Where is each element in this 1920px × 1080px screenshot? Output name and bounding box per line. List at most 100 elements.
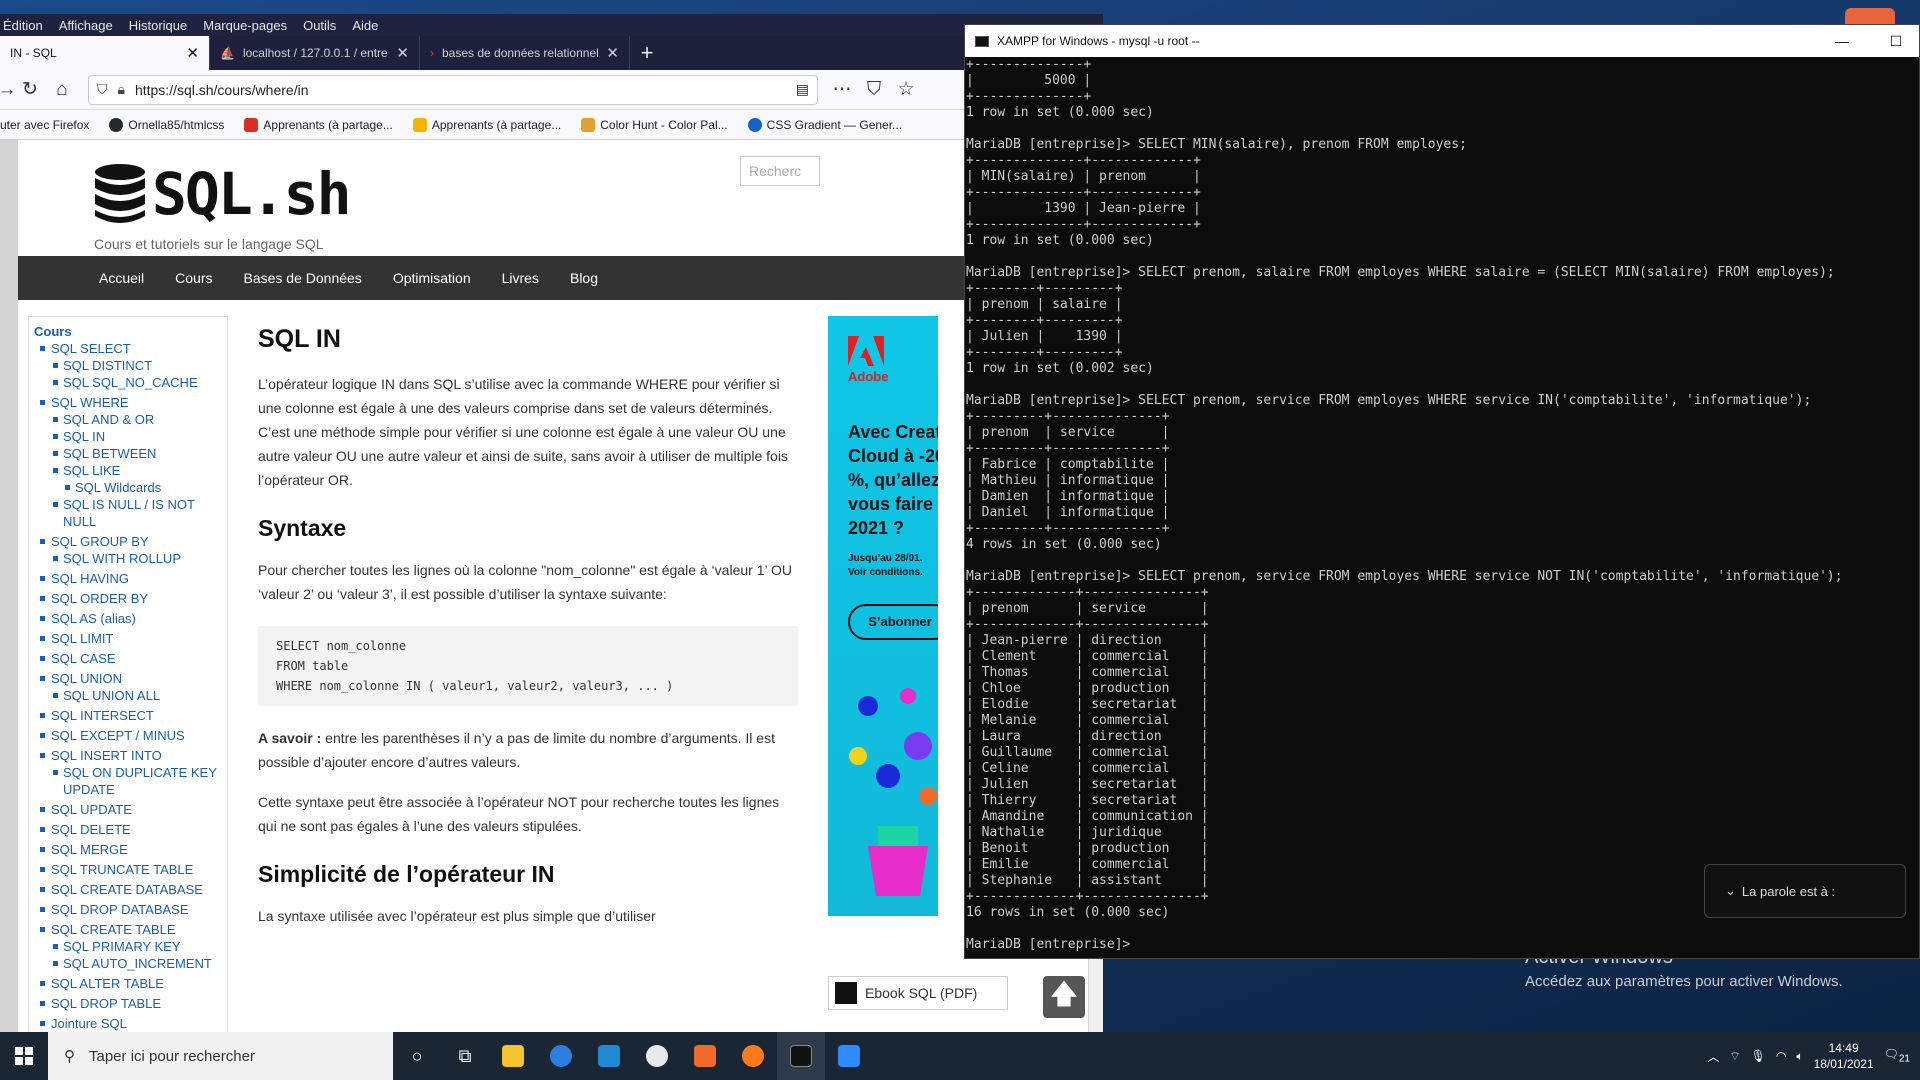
bookmark-item[interactable]: Apprenants (à partage... xyxy=(412,117,561,132)
reload-icon[interactable]: ↻ xyxy=(14,74,46,106)
close-tab-icon[interactable]: ✕ xyxy=(606,44,619,62)
url-bar[interactable]: ⛉ 🔒︎ https://sql.sh/cours/where/in ▤ xyxy=(88,74,818,105)
nav-cours[interactable]: Cours xyxy=(175,270,212,286)
network-icon[interactable]: ⌔ xyxy=(1729,1049,1740,1064)
sidebar-item[interactable]: SQL CREATE TABLE xyxy=(34,921,222,938)
sidebar-heading[interactable]: Cours xyxy=(34,323,222,340)
sidebar-item[interactable]: SQL DISTINCT xyxy=(34,357,222,374)
sidebar-item[interactable]: SQL ALTER TABLE xyxy=(34,975,222,992)
vscode-icon[interactable] xyxy=(585,1032,633,1080)
sidebar-item[interactable]: SQL IS NULL / IS NOT NULL xyxy=(34,496,222,530)
cortana-icon[interactable]: ○ xyxy=(393,1032,441,1080)
menu-affichage[interactable]: Affichage xyxy=(59,18,113,33)
sidebar-item[interactable]: SQL UPDATE xyxy=(34,801,222,818)
sidebar-item[interactable]: SQL UNION xyxy=(34,670,222,687)
sidebar-item[interactable]: SQL AND & OR xyxy=(34,411,222,428)
xampp-icon[interactable] xyxy=(681,1032,729,1080)
sidebar-item[interactable]: SQL EXCEPT / MINUS xyxy=(34,727,222,744)
menu-edition[interactable]: Édition xyxy=(3,18,43,33)
sidebar-item[interactable]: SQL WHERE xyxy=(34,394,222,411)
zoom-icon[interactable] xyxy=(825,1032,873,1080)
sidebar-item[interactable]: SQL ORDER BY xyxy=(34,590,222,607)
chevron-down-icon[interactable]: ⌄ xyxy=(1725,883,1736,899)
sidebar-item[interactable]: SQL INSERT INTO xyxy=(34,747,222,764)
site-logo[interactable]: SQL.sh xyxy=(94,160,352,228)
bookmark-item[interactable]: Color Hunt - Color Pal... xyxy=(581,117,728,132)
pocket-icon[interactable]: ⛉ xyxy=(858,74,890,106)
site-search-input[interactable]: Recherc xyxy=(740,156,820,186)
sidebar-item[interactable]: SQL Wildcards xyxy=(34,479,222,496)
sidebar-item[interactable]: SQL DROP DATABASE xyxy=(34,901,222,918)
tab-sql-in[interactable]: IN - SQL ✕ xyxy=(0,36,210,70)
maximize-icon[interactable]: ☐ xyxy=(1873,33,1919,50)
task-view-icon[interactable]: ⧉ xyxy=(441,1032,489,1080)
sidebar-item[interactable]: SQL SQL_NO_CACHE xyxy=(34,374,222,391)
bookmark-star-icon[interactable]: ☆ xyxy=(890,74,922,106)
minimize-icon[interactable]: — xyxy=(1819,33,1865,49)
firefox-dev-icon[interactable] xyxy=(537,1032,585,1080)
microphone-icon[interactable]: 🎙︎ xyxy=(1751,1049,1766,1063)
nav-accueil[interactable]: Accueil xyxy=(99,270,144,286)
lock-icon[interactable]: 🔒︎ xyxy=(118,81,125,98)
bookmark-item[interactable]: uter avec Firefox xyxy=(0,118,89,132)
close-tab-icon[interactable]: ✕ xyxy=(396,44,409,62)
tab-phpmyadmin[interactable]: ⛵ localhost / 127.0.0.1 / entreprise ✕ xyxy=(210,36,420,70)
bookmark-item[interactable]: Apprenants (à partage... xyxy=(244,117,393,132)
sidebar-item[interactable]: SQL AS (alias) xyxy=(34,610,222,627)
scroll-to-top-button[interactable]: 🡅 xyxy=(1043,976,1085,1018)
menu-outils[interactable]: Outils xyxy=(303,18,336,33)
sidebar-item[interactable]: SQL PRIMARY KEY xyxy=(34,938,222,955)
sidebar-item[interactable]: SQL GROUP BY xyxy=(34,533,222,550)
url-text[interactable]: https://sql.sh/cours/where/in xyxy=(135,82,786,98)
bookmark-item[interactable]: CSS Gradient — Gener... xyxy=(747,117,902,132)
sidebar-item[interactable]: SQL HAVING xyxy=(34,570,222,587)
firefox-icon[interactable] xyxy=(729,1032,777,1080)
bookmark-item[interactable]: Ornella85/htmlcss xyxy=(109,117,224,132)
sidebar-item[interactable]: SQL ON DUPLICATE KEY UPDATE xyxy=(34,764,222,798)
nav-bases-de-donnees[interactable]: Bases de Données xyxy=(244,270,362,286)
terminal-taskbar-icon[interactable] xyxy=(777,1032,825,1080)
sidebar-item[interactable]: SQL INTERSECT xyxy=(34,707,222,724)
nav-livres[interactable]: Livres xyxy=(502,270,539,286)
menu-marque-pages[interactable]: Marque-pages xyxy=(203,18,287,33)
sidebar-item[interactable]: SQL AUTO_INCREMENT xyxy=(34,955,222,972)
ebook-download-button[interactable]: Ebook SQL (PDF) xyxy=(828,976,1008,1010)
sidebar-item[interactable]: SQL CASE xyxy=(34,650,222,667)
more-actions-icon[interactable]: ⋯ xyxy=(826,74,858,106)
shield-icon[interactable]: ⛉ xyxy=(97,81,108,98)
new-tab-button[interactable]: + xyxy=(630,36,664,70)
sidebar-item[interactable]: SQL LIKE xyxy=(34,462,222,479)
sidebar-item[interactable]: SQL SELECT xyxy=(34,340,222,357)
wifi-icon[interactable]: ◠ xyxy=(1776,1049,1786,1063)
start-button[interactable] xyxy=(0,1032,48,1080)
sidebar-item[interactable]: SQL TRUNCATE TABLE xyxy=(34,861,222,878)
sidebar-item[interactable]: SQL DELETE xyxy=(34,821,222,838)
volume-icon[interactable]: 🔈︎ xyxy=(1796,1049,1803,1064)
ad-subscribe-button[interactable]: S’abonner xyxy=(848,604,938,640)
menu-aide[interactable]: Aide xyxy=(352,18,378,33)
slack-icon[interactable] xyxy=(633,1032,681,1080)
adobe-ad-banner[interactable]: Adobe Avec Creative Cloud à -20 %, qu’al… xyxy=(828,316,938,916)
xampp-mysql-terminal[interactable]: XAMPP for Windows - mysql -u root -- — ☐… xyxy=(964,24,1920,959)
sidebar-item[interactable]: SQL CREATE DATABASE xyxy=(34,881,222,898)
home-icon[interactable]: ⌂ xyxy=(46,74,78,106)
back-icon[interactable]: → xyxy=(0,74,17,106)
sidebar-item[interactable]: SQL IN xyxy=(34,428,222,445)
clock[interactable]: 14:49 18/01/2021 xyxy=(1814,1040,1874,1072)
sidebar-item[interactable]: SQL WITH ROLLUP xyxy=(34,550,222,567)
sidebar-item[interactable]: SQL BETWEEN xyxy=(34,445,222,462)
chevron-up-icon[interactable]: ︿ xyxy=(1707,1048,1719,1065)
menu-historique[interactable]: Historique xyxy=(129,18,188,33)
sidebar-item[interactable]: SQL LIMIT xyxy=(34,630,222,647)
notifications-icon[interactable]: 🗨︎21 xyxy=(1884,1047,1910,1064)
terminal-titlebar[interactable]: XAMPP for Windows - mysql -u root -- — ☐ xyxy=(965,25,1919,57)
sidebar-item[interactable]: Jointure SQL xyxy=(34,1015,222,1032)
file-explorer-icon[interactable] xyxy=(489,1032,537,1080)
nav-optimisation[interactable]: Optimisation xyxy=(393,270,471,286)
nav-blog[interactable]: Blog xyxy=(570,270,598,286)
sidebar-item[interactable]: SQL UNION ALL xyxy=(34,687,222,704)
reader-view-icon[interactable]: ▤ xyxy=(796,81,809,98)
terminal-output[interactable]: +--------------+ | 5000 | +-------------… xyxy=(965,57,1919,953)
sidebar-item[interactable]: SQL DROP TABLE xyxy=(34,995,222,1012)
taskbar-search-box[interactable]: ⚲ Taper ici pour rechercher xyxy=(48,1032,393,1080)
